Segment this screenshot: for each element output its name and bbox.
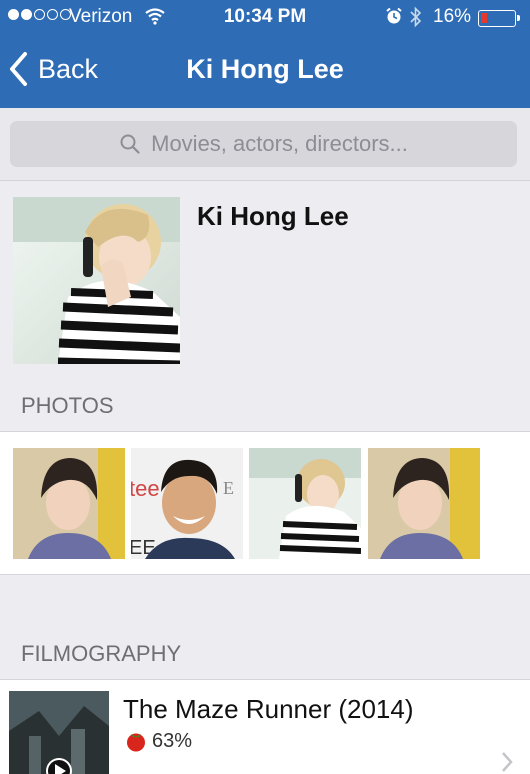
chevron-left-icon	[10, 52, 27, 86]
bluetooth-icon	[409, 6, 423, 34]
movie-score: 63%	[124, 729, 192, 753]
battery-icon	[478, 10, 520, 27]
actor-name: Ki Hong Lee	[197, 201, 349, 231]
chevron-right-icon	[502, 752, 513, 772]
search-input[interactable]: Movies, actors, directors...	[10, 121, 517, 167]
battery-percent: 16%	[433, 6, 472, 27]
navigation-bar: Back Ki Hong Lee	[0, 36, 530, 108]
search-bar-container: Movies, actors, directors...	[0, 108, 530, 181]
svg-text:E: E	[223, 478, 234, 498]
profile-section: Ki Hong Lee	[0, 181, 530, 376]
filmography-section-title: FILMOGRAPHY	[21, 641, 182, 666]
svg-text:tee: tee	[131, 476, 160, 501]
alarm-icon	[385, 7, 403, 31]
photo-thumbnail[interactable]	[249, 448, 361, 559]
back-button-label: Back	[38, 53, 99, 84]
photos-section-title: PHOTOS	[21, 393, 114, 418]
avatar[interactable]	[13, 197, 180, 364]
search-icon	[120, 134, 140, 154]
movie-score-value: 63%	[152, 729, 193, 752]
status-bar: Verizon 10:34 PM 16%	[0, 0, 530, 36]
photo-thumbnail[interactable]: tee EE E	[131, 448, 243, 559]
header-bar: Verizon 10:34 PM 16% Back Ki Hong Lee	[0, 0, 530, 108]
search-placeholder: Movies, actors, directors...	[151, 131, 408, 156]
tomato-icon	[127, 733, 145, 752]
movie-poster	[9, 691, 109, 774]
filmography-list-item[interactable]: The Maze Runner (2014) 63%	[0, 679, 530, 774]
photos-strip: tee EE E	[0, 431, 530, 575]
back-button[interactable]: Back	[8, 51, 98, 87]
photo-thumbnail[interactable]	[368, 448, 480, 559]
movie-title: The Maze Runner (2014)	[123, 694, 414, 724]
photo-thumbnail[interactable]	[13, 448, 125, 559]
